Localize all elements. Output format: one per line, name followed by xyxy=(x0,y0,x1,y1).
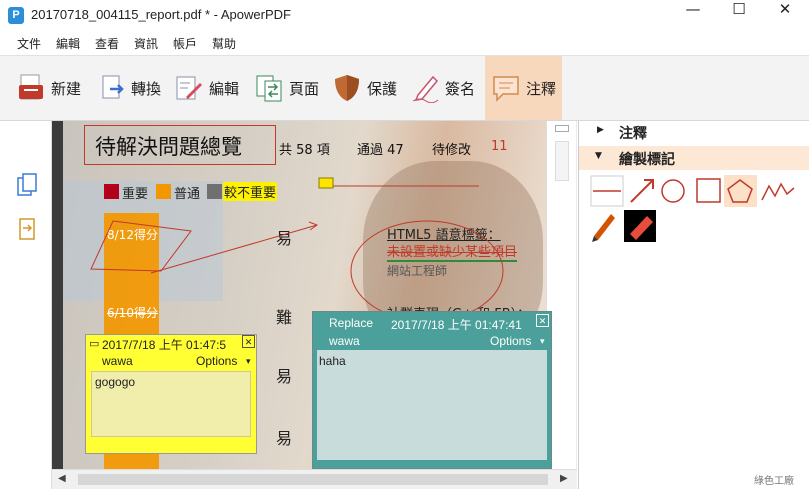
line-tool-icon[interactable] xyxy=(590,175,624,207)
sign-button[interactable]: 簽名 xyxy=(410,56,482,120)
section-drawing[interactable]: ▼ 繪製標記 xyxy=(579,146,809,170)
note-body[interactable]: gogogo xyxy=(91,371,251,437)
note-close-button[interactable]: ✕ xyxy=(536,314,549,327)
pentagon-tool-icon[interactable] xyxy=(724,175,757,207)
pages-icon xyxy=(256,75,282,102)
scroll-right-icon[interactable]: ▶ xyxy=(560,473,568,484)
maximize-button[interactable]: ☐ xyxy=(716,0,762,31)
note-text: gogogo xyxy=(95,375,136,389)
window-title: 20170718_004115_report.pdf * - ApowerPDF xyxy=(31,7,291,22)
app-icon: P xyxy=(8,7,24,24)
edit-icon xyxy=(176,76,202,100)
vertical-scroll-thumb[interactable] xyxy=(555,141,569,181)
section-comments-label: 注釋 xyxy=(619,126,647,142)
edit-label: 編輯 xyxy=(209,79,240,98)
comment-button[interactable]: 注釋 xyxy=(485,56,562,120)
title-bar: P 20170718_004115_report.pdf * - ApowerP… xyxy=(0,0,809,31)
menu-help[interactable]: 幫助 xyxy=(212,35,236,52)
eraser-tool-icon[interactable] xyxy=(624,210,656,242)
signature-icon xyxy=(412,75,439,103)
sticky-note-yellow[interactable]: ▭ 2017/7/18 上午 01:47:5 ✕ wawa Options ▾ … xyxy=(85,334,257,454)
horizontal-scrollbar[interactable]: ◀ ▶ xyxy=(52,469,577,489)
circle-annotation[interactable] xyxy=(350,220,504,322)
protect-label: 保護 xyxy=(367,79,398,98)
circle-tool-icon[interactable] xyxy=(661,179,685,203)
note-options[interactable]: Options xyxy=(196,354,237,368)
menu-view[interactable]: 查看 xyxy=(95,35,119,52)
note-text: haha xyxy=(319,354,346,368)
note-type: Replace xyxy=(329,316,374,330)
note-timestamp: 2017/7/18 上午 01:47:41 xyxy=(391,318,522,332)
arrow-annotation[interactable] xyxy=(150,224,318,274)
left-sidebar xyxy=(0,121,52,489)
watermark: 綠色工廠 xyxy=(754,476,794,487)
comment-label: 注釋 xyxy=(526,79,557,98)
convert-label: 轉換 xyxy=(131,79,162,98)
protect-button[interactable]: 保護 xyxy=(332,56,404,120)
note-body[interactable]: haha xyxy=(317,350,547,460)
convert-button[interactable]: 轉換 xyxy=(98,56,168,120)
rectangle-tool-icon[interactable] xyxy=(696,178,721,203)
options-chevron-icon: ▾ xyxy=(540,336,545,346)
note-timestamp: 2017/7/18 上午 01:47:5 xyxy=(102,338,227,352)
polygon-annotation[interactable] xyxy=(90,220,192,272)
section-drawing-label: 繪製標記 xyxy=(619,152,675,168)
menu-account[interactable]: 帳戶 xyxy=(173,35,197,52)
pencil-tool-icon[interactable] xyxy=(592,214,615,242)
note-author: wawa xyxy=(102,354,133,368)
new-pdf-icon xyxy=(19,74,43,100)
expand-icon: ▶ xyxy=(597,125,604,135)
sign-label: 簽名 xyxy=(445,79,476,98)
comment-icon xyxy=(493,76,519,102)
edit-button[interactable]: 編輯 xyxy=(174,56,246,120)
menu-bar: 文件 編輯 查看 資訊 帳戶 幫助 xyxy=(0,31,809,55)
options-chevron-icon: ▾ xyxy=(246,356,251,366)
annotation-panel: ▶ 注釋 ▼ 繪製標記 xyxy=(578,121,809,489)
scroll-left-icon[interactable]: ◀ xyxy=(58,473,66,484)
collapse-icon: ▼ xyxy=(595,151,602,161)
pages-button[interactable]: 頁面 xyxy=(254,56,326,120)
convert-icon xyxy=(102,75,124,99)
zigzag-tool-icon[interactable] xyxy=(761,182,795,201)
close-button[interactable]: ✕ xyxy=(762,0,808,31)
menu-file[interactable]: 文件 xyxy=(17,35,41,52)
note-icon: ▭ xyxy=(89,338,100,350)
minimize-button[interactable]: — xyxy=(670,0,716,31)
sticky-note-teal[interactable]: Replace 2017/7/18 上午 01:47:41 ✕ wawa Opt… xyxy=(312,311,552,469)
new-label: 新建 xyxy=(51,79,82,98)
menu-info[interactable]: 資訊 xyxy=(134,35,158,52)
arrow-tool-icon[interactable] xyxy=(630,179,654,203)
drawing-tools xyxy=(590,175,795,242)
new-button[interactable]: 新建 xyxy=(16,56,90,120)
note-options[interactable]: Options xyxy=(490,334,531,348)
attachments-icon[interactable] xyxy=(16,217,38,241)
pages-label: 頁面 xyxy=(289,79,320,98)
note-close-button[interactable]: ✕ xyxy=(242,335,255,348)
section-comments[interactable]: ▶ 注釋 xyxy=(579,121,809,145)
scroll-up-button[interactable] xyxy=(555,125,569,132)
shield-icon xyxy=(335,75,359,101)
note-author: wawa xyxy=(329,334,360,348)
menu-edit[interactable]: 編輯 xyxy=(56,35,80,52)
main-toolbar: 新建 轉換 編輯 頁面 保護 簽名 注釋 xyxy=(0,55,809,121)
horizontal-scroll-thumb[interactable] xyxy=(78,474,548,485)
thumbnails-icon[interactable] xyxy=(16,173,38,197)
page-shadow xyxy=(52,121,63,471)
note-marker-icon[interactable] xyxy=(318,177,334,189)
